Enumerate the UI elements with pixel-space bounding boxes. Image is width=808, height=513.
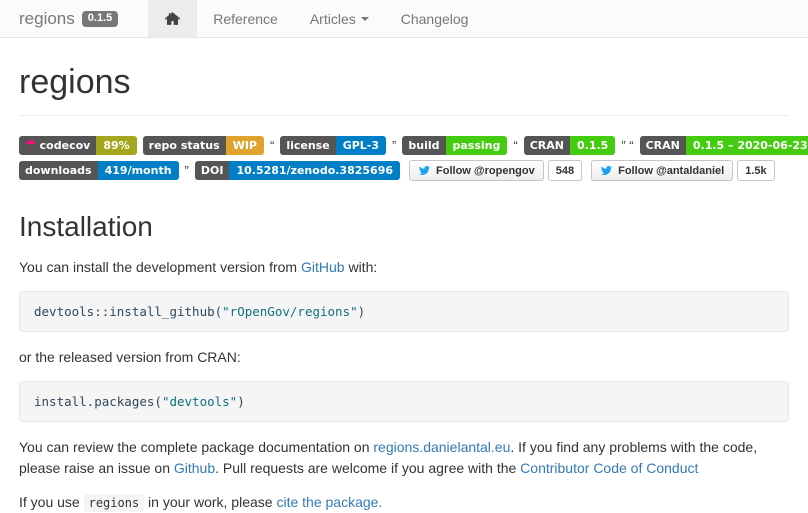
brand-name: regions (19, 9, 75, 29)
downloads-badge-value: 419/month (98, 161, 179, 180)
license-badge-label: license (280, 136, 335, 155)
twitter-icon (418, 165, 431, 176)
twitter-follow-button[interactable]: Follow @ropengov (409, 160, 544, 181)
title-divider (19, 115, 789, 116)
twitter-follow-button[interactable]: Follow @antaldaniel (591, 160, 733, 181)
page-title: regions (19, 63, 789, 102)
badge-row-2: downloads 419/month ” DOI 10.5281/zenodo… (19, 160, 789, 181)
cran-release-badge-value: 0.1.5 – 2020-06-23 (686, 136, 808, 155)
nav-reference[interactable]: Reference (197, 0, 294, 37)
github-issues-link[interactable]: Github (174, 460, 215, 476)
install-cran-paragraph: or the released version from CRAN: (19, 347, 789, 368)
codecov-umbrella-icon: ☂ (25, 139, 37, 152)
navbar: regions 0.1.5 Reference Articles Changel… (0, 0, 808, 38)
nav-home[interactable] (148, 0, 197, 37)
code-of-conduct-link[interactable]: Contributor Code of Conduct (520, 460, 698, 476)
quote-text: “ (513, 138, 517, 153)
license-badge[interactable]: license GPL-3 (280, 136, 386, 155)
quote-text: “ (270, 138, 274, 153)
nav-articles[interactable]: Articles (294, 0, 385, 37)
citation-paragraph: If you use regions in your work, please … (19, 492, 789, 513)
regions-inline-code: regions (84, 494, 145, 512)
install-dev-paragraph: You can install the development version … (19, 257, 789, 278)
cran-version-badge-label: CRAN (524, 136, 570, 155)
twitter-follow-antaldaniel: Follow @antaldaniel 1.5k (591, 160, 775, 181)
repo-status-badge-label: repo status (143, 136, 226, 155)
cran-version-badge-value: 0.1.5 (570, 136, 615, 155)
quote-text: ” (392, 138, 396, 153)
cran-version-badge[interactable]: CRAN 0.1.5 (524, 136, 616, 155)
cite-package-link[interactable]: cite the package. (276, 494, 382, 510)
downloads-badge-label: downloads (19, 161, 98, 180)
twitter-follow-ropengov: Follow @ropengov 548 (409, 160, 582, 181)
repo-status-badge[interactable]: repo status WIP (143, 136, 264, 155)
doi-badge-value: 10.5281/zenodo.3825696 (229, 161, 400, 180)
repo-status-badge-value: WIP (226, 136, 264, 155)
nav-changelog[interactable]: Changelog (385, 0, 485, 37)
codecov-badge-label: codecov (40, 139, 91, 152)
twitter-follower-count[interactable]: 1.5k (737, 160, 774, 181)
quote-text: ” “ (621, 138, 633, 153)
installation-heading: Installation (19, 211, 789, 243)
doi-badge-label: DOI (195, 161, 230, 180)
navbar-brand[interactable]: regions 0.1.5 (19, 0, 118, 37)
quote-text: ” (185, 163, 189, 178)
documentation-site-link[interactable]: regions.danielantal.eu (373, 439, 510, 455)
license-badge-value: GPL-3 (336, 136, 386, 155)
code-string: "devtools" (162, 394, 237, 409)
twitter-icon (600, 165, 613, 176)
version-badge: 0.1.5 (82, 11, 118, 27)
codecov-badge-value: 89% (96, 136, 136, 155)
twitter-follower-count[interactable]: 548 (548, 160, 582, 181)
github-link[interactable]: GitHub (301, 259, 345, 275)
build-badge-label: build (402, 136, 445, 155)
caret-down-icon (361, 17, 369, 21)
install-github-code-block[interactable]: devtools::install_github("rOpenGov/regio… (19, 291, 789, 332)
badge-row-1: ☂codecov 89% repo status WIP “ license G… (19, 136, 789, 155)
install-packages-code-block[interactable]: install.packages("devtools") (19, 381, 789, 422)
home-icon (164, 11, 181, 26)
doi-badge[interactable]: DOI 10.5281/zenodo.3825696 (195, 161, 400, 180)
build-badge-value: passing (446, 136, 508, 155)
main-content: regions ☂codecov 89% repo status WIP “ l… (0, 63, 808, 513)
cran-release-badge-label: CRAN (640, 136, 686, 155)
codecov-badge[interactable]: ☂codecov 89% (19, 136, 137, 155)
documentation-paragraph: You can review the complete package docu… (19, 437, 789, 479)
build-badge[interactable]: build passing (402, 136, 507, 155)
code-string: "rOpenGov/regions" (222, 304, 357, 319)
cran-release-badge[interactable]: CRAN 0.1.5 – 2020-06-23 (640, 136, 808, 155)
downloads-badge[interactable]: downloads 419/month (19, 161, 179, 180)
